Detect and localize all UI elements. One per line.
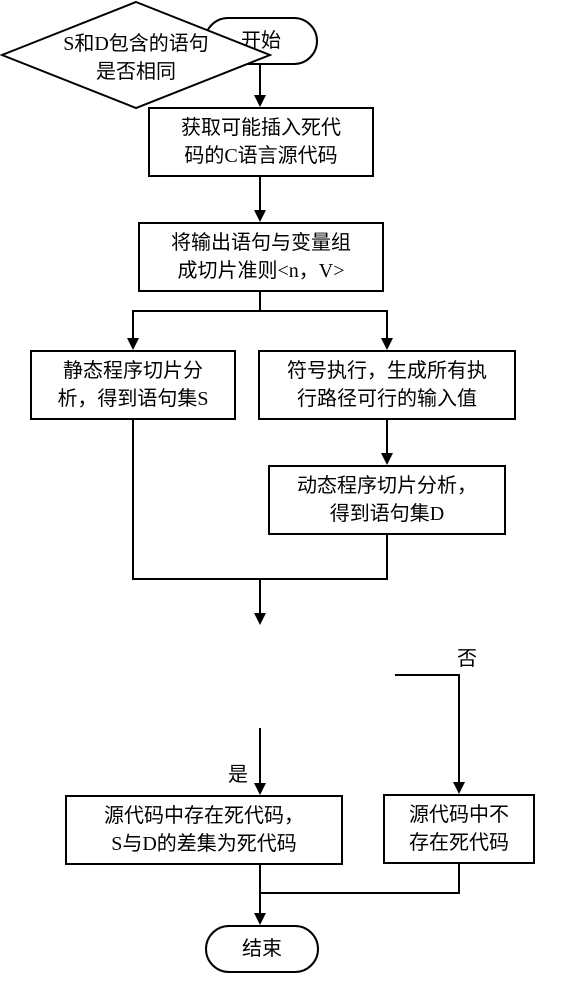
arrow	[259, 292, 261, 312]
arrow	[395, 674, 460, 676]
step3-left-node: 静态程序切片分 析，得到语句集S	[30, 350, 236, 420]
result-no-node: 源代码中不 存在死代码	[383, 794, 535, 864]
arrow	[259, 578, 261, 615]
arrow	[386, 310, 388, 340]
step4-right-label: 动态程序切片分析， 得到语句集D	[297, 472, 477, 528]
arrow	[259, 892, 460, 894]
step3-left-label: 静态程序切片分 析，得到语句集S	[57, 357, 208, 413]
arrow-head	[127, 338, 139, 350]
arrow-head	[254, 210, 266, 222]
result-no-label: 源代码中不 存在死代码	[409, 801, 509, 857]
arrow	[132, 310, 134, 340]
result-yes-label: 源代码中存在死代码， S与D的差集为死代码	[104, 802, 304, 858]
arrow	[458, 674, 460, 784]
arrow	[132, 420, 134, 580]
arrow-head	[381, 338, 393, 350]
arrow	[386, 535, 388, 580]
step4-right-node: 动态程序切片分析， 得到语句集D	[268, 465, 506, 535]
arrow	[132, 310, 388, 312]
arrow	[458, 864, 460, 894]
decision-label: S和D包含的语句 是否相同	[0, 0, 272, 86]
arrow-head	[254, 913, 266, 925]
step3-right-label: 符号执行，生成所有执 行路径可行的输入值	[287, 357, 487, 413]
label-yes: 是	[228, 758, 248, 787]
arrow-head	[381, 453, 393, 465]
arrow	[386, 420, 388, 455]
step1-label: 获取可能插入死代 码的C语言源代码	[181, 114, 341, 170]
arrow	[259, 865, 261, 915]
arrow-head	[254, 613, 266, 625]
step3-right-node: 符号执行，生成所有执 行路径可行的输入值	[258, 350, 516, 420]
arrow-head	[254, 783, 266, 795]
step2-node: 将输出语句与变量组 成切片准则<n，V>	[138, 222, 384, 292]
end-node: 结束	[205, 925, 319, 973]
decision-node: S和D包含的语句 是否相同	[0, 0, 272, 110]
result-yes-node: 源代码中存在死代码， S与D的差集为死代码	[65, 795, 343, 865]
arrow-head	[453, 782, 465, 794]
step1-node: 获取可能插入死代 码的C语言源代码	[148, 107, 374, 177]
label-no: 否	[457, 642, 477, 671]
arrow	[259, 728, 261, 785]
arrow	[259, 177, 261, 212]
end-label: 结束	[242, 935, 282, 963]
step2-label: 将输出语句与变量组 成切片准则<n，V>	[171, 229, 351, 285]
